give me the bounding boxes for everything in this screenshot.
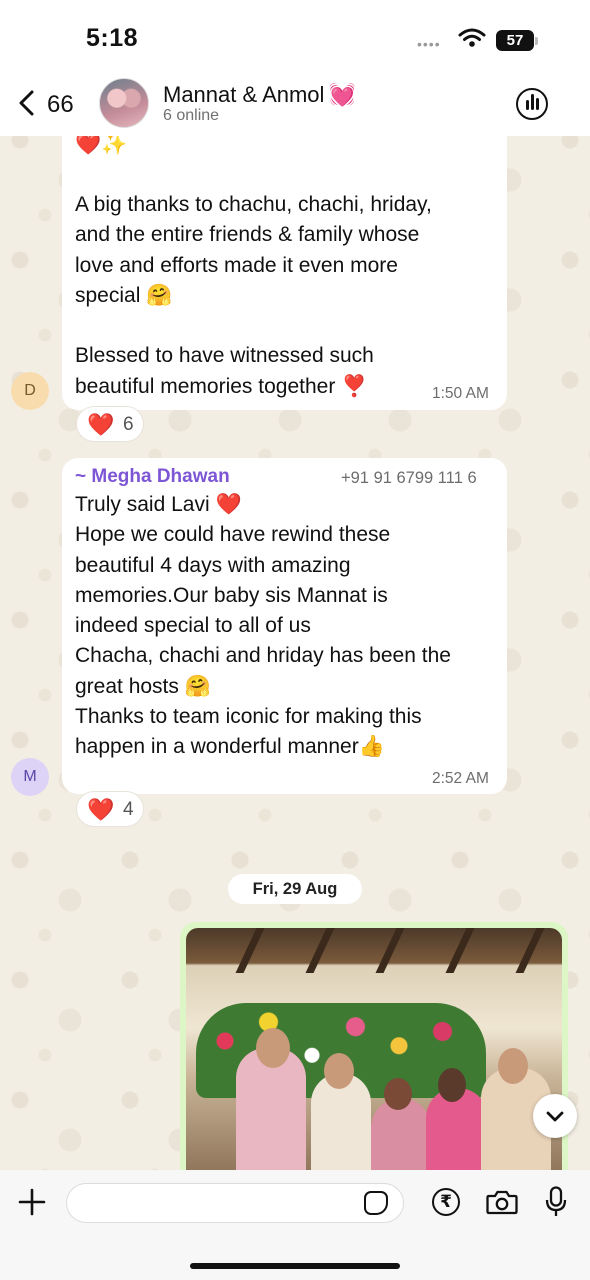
date-separator: Fri, 29 Aug bbox=[228, 874, 362, 904]
sender-name[interactable]: ~ Megha Dhawan bbox=[75, 466, 230, 488]
chat-header: 66 Mannat & Anmol 💓 6 online bbox=[0, 70, 590, 136]
scroll-to-bottom-button[interactable] bbox=[533, 1094, 577, 1138]
microphone-icon[interactable] bbox=[545, 1186, 567, 1218]
signal-icon: •••• bbox=[417, 36, 441, 52]
battery-cap bbox=[535, 37, 538, 45]
message-time: 1:50 AM bbox=[432, 385, 489, 402]
message-input[interactable] bbox=[66, 1183, 404, 1223]
wifi-icon bbox=[458, 28, 486, 47]
reaction-badge[interactable]: ❤️ 6 bbox=[76, 406, 144, 442]
group-call-icon[interactable] bbox=[516, 88, 548, 120]
reaction-count: 6 bbox=[123, 414, 134, 435]
battery-icon: 57 bbox=[496, 30, 534, 51]
chevron-down-icon bbox=[546, 1111, 564, 1122]
status-time: 5:18 bbox=[86, 24, 139, 52]
plus-icon[interactable] bbox=[18, 1188, 46, 1216]
sticker-icon[interactable] bbox=[364, 1191, 388, 1215]
composer-bar: ₹ bbox=[0, 1170, 590, 1280]
growing-heart-icon: 💓 bbox=[328, 82, 356, 107]
heart-reaction-icon: ❤️ bbox=[87, 797, 115, 822]
sender-phone: +91 91 6799 111 6 bbox=[341, 469, 477, 487]
sender-avatar[interactable]: M bbox=[11, 758, 49, 796]
group-title[interactable]: Mannat & Anmol 💓 bbox=[163, 82, 356, 108]
unread-count[interactable]: 66 bbox=[47, 91, 74, 119]
online-status: 6 online bbox=[163, 107, 220, 124]
chevron-left-icon[interactable] bbox=[16, 90, 38, 116]
photo-image[interactable] bbox=[186, 928, 562, 1178]
group-avatar[interactable] bbox=[99, 78, 149, 128]
reaction-badge[interactable]: ❤️ 4 bbox=[76, 791, 144, 827]
message-time: 2:52 AM bbox=[432, 770, 489, 787]
group-name-text: Mannat & Anmol bbox=[163, 82, 325, 107]
camera-icon[interactable] bbox=[486, 1190, 518, 1215]
home-indicator bbox=[190, 1263, 400, 1269]
rupee-icon[interactable]: ₹ bbox=[432, 1188, 460, 1216]
message-text: Truly said Lavi ❤️ Hope we could have re… bbox=[75, 493, 451, 759]
message-text: A big thanks to chachu, chachi, hriday, … bbox=[75, 193, 432, 398]
reaction-count: 4 bbox=[123, 799, 134, 820]
sender-avatar[interactable]: D bbox=[11, 372, 49, 410]
status-bar: 5:18 •••• 57 bbox=[0, 0, 590, 76]
heart-reaction-icon: ❤️ bbox=[87, 412, 115, 437]
